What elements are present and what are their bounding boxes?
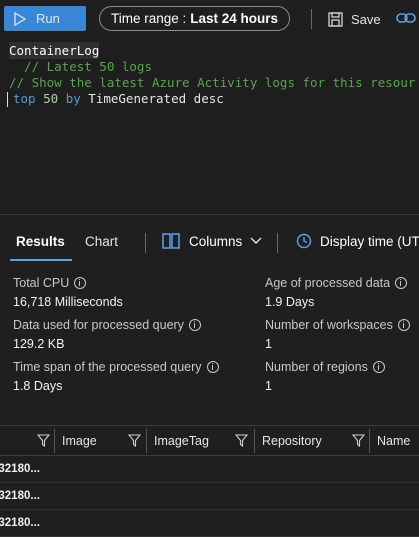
active-tab-indicator <box>10 259 72 261</box>
stat-data-used: Data used for processed query 129.2 KB <box>13 318 201 351</box>
column-header-name[interactable]: Name <box>377 426 410 455</box>
tabs-divider-2 <box>277 233 278 253</box>
table-cell: a32180... <box>0 490 40 502</box>
keyword-top: top <box>13 91 36 106</box>
stat-label: Total CPU <box>13 276 70 290</box>
columns-icon <box>162 233 180 249</box>
column-separator[interactable] <box>369 429 370 453</box>
column-separator[interactable] <box>254 429 255 453</box>
info-icon[interactable] <box>395 277 408 289</box>
table-row[interactable]: a32180... <box>0 483 419 510</box>
tab-results[interactable]: Results <box>16 234 65 249</box>
filter-icon[interactable] <box>352 434 365 447</box>
column-name: TimeGenerated <box>88 91 187 106</box>
time-range-value: Last 24 hours <box>190 11 279 26</box>
stat-time-span: Time span of the processed query 1.8 Day… <box>13 360 219 393</box>
stat-label: Data used for processed query <box>13 318 184 332</box>
filter-icon[interactable] <box>37 434 50 447</box>
column-header-repository[interactable]: Repository <box>262 426 322 455</box>
time-range-prefix: Time range : <box>110 11 187 26</box>
number-literal: 50 <box>43 91 59 106</box>
share-link-icon[interactable] <box>396 9 416 27</box>
play-icon <box>14 11 26 26</box>
clock-icon <box>296 233 312 249</box>
table-cell: a32180... <box>0 463 40 475</box>
keyword-by: by <box>65 91 81 106</box>
info-icon[interactable] <box>188 319 201 331</box>
info-icon[interactable] <box>372 361 385 373</box>
column-header-imagetag[interactable]: ImageTag <box>154 426 209 455</box>
stat-value: 16,718 Milliseconds <box>13 295 123 309</box>
stat-value: 1 <box>265 337 272 351</box>
results-tabs-bar: Results Chart Columns Display time (UTC <box>0 223 419 263</box>
table-cell: a32180... <box>0 517 40 529</box>
editor-line-1: ContainerLog <box>9 42 100 59</box>
toolbar-divider <box>311 9 312 29</box>
info-icon[interactable] <box>74 277 87 289</box>
stat-workspaces: Number of workspaces 1 <box>265 318 410 351</box>
stat-value: 1 <box>265 379 272 393</box>
query-toolbar: Run Time range : Last 24 hours Save <box>0 0 419 38</box>
stat-label: Time span of the processed query <box>13 360 202 374</box>
tabs-divider <box>145 233 146 253</box>
save-label: Save <box>351 11 381 27</box>
query-statistics: Total CPU 16,718 Milliseconds Age of pro… <box>0 263 419 423</box>
run-button-label: Run <box>36 11 60 26</box>
editor-line-2: // Latest 50 logs <box>9 59 152 74</box>
table-row[interactable]: a32180... <box>0 456 419 483</box>
filter-icon[interactable] <box>128 434 141 447</box>
display-time-button[interactable]: Display time (UTC <box>296 233 419 249</box>
stat-value: 1.8 Days <box>13 379 63 393</box>
table-row[interactable]: a32180... <box>0 510 419 537</box>
display-time-label: Display time (UTC <box>320 233 419 249</box>
save-button[interactable]: Save <box>328 9 381 29</box>
pane-splitter[interactable] <box>0 214 419 215</box>
stat-label: Age of processed data <box>265 276 391 290</box>
editor-line-4: top 50 by TimeGenerated desc <box>7 90 224 107</box>
info-icon[interactable] <box>397 319 410 331</box>
column-separator[interactable] <box>146 429 147 453</box>
columns-button[interactable]: Columns <box>162 233 262 249</box>
info-icon[interactable] <box>206 361 219 373</box>
save-icon <box>328 11 343 27</box>
editor-line-3: // Show the latest Azure Activity logs f… <box>9 75 416 90</box>
stat-value: 129.2 KB <box>13 337 65 351</box>
stat-label: Number of regions <box>265 360 368 374</box>
time-range-button[interactable]: Time range : Last 24 hours <box>99 6 290 31</box>
filter-icon[interactable] <box>235 434 248 447</box>
text-cursor <box>7 92 8 107</box>
run-button[interactable]: Run <box>4 6 86 31</box>
stat-value: 1.9 Days <box>265 295 315 309</box>
column-header-image[interactable]: Image <box>62 426 97 455</box>
stat-total-cpu: Total CPU 16,718 Milliseconds <box>13 276 123 309</box>
chevron-down-icon <box>250 237 262 244</box>
order-keyword: desc <box>193 91 224 106</box>
columns-label: Columns <box>189 233 243 249</box>
stat-regions: Number of regions 1 <box>265 360 385 393</box>
query-editor[interactable]: ContainerLog // Latest 50 logs // Show t… <box>0 38 419 214</box>
stat-label: Number of workspaces <box>265 318 393 332</box>
tab-chart[interactable]: Chart <box>85 234 118 249</box>
stat-age-of-data: Age of processed data 1.9 Days <box>265 276 408 309</box>
column-separator[interactable] <box>54 429 55 453</box>
results-grid-header: Image ImageTag Repository Name <box>0 425 419 456</box>
